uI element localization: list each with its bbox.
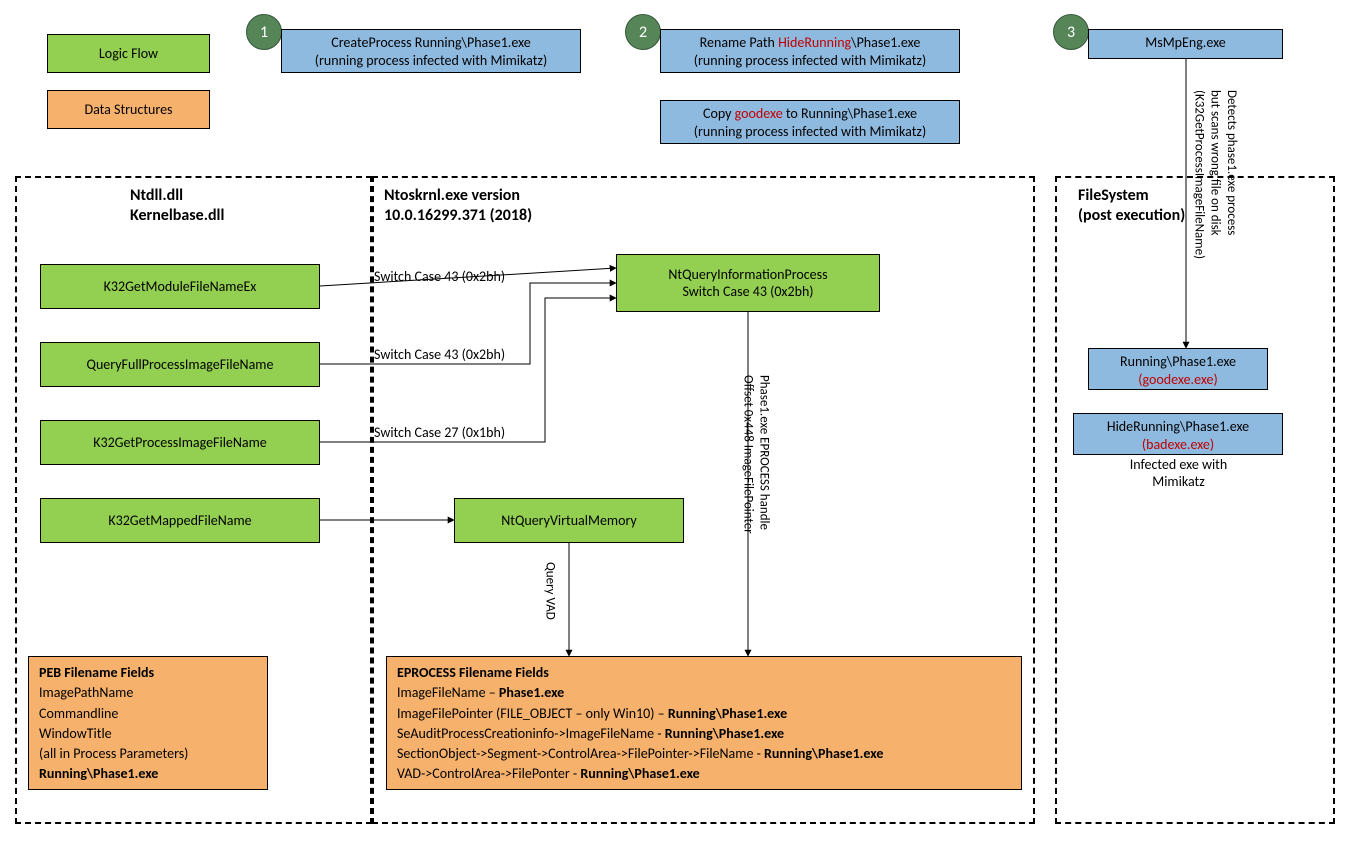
eproc-row3: SeAuditProcessCreationinfo->ImageFileNam… xyxy=(397,724,1011,744)
step-2a-line2: (running process infected with Mimikatz) xyxy=(667,52,953,70)
eproc-row1: ImageFileName – Phase1.exe xyxy=(397,683,1011,703)
step-1-badge: 1 xyxy=(246,14,282,50)
eprocess-box: EPROCESS Filename Fields ImageFileName –… xyxy=(386,656,1022,790)
step-2b-line2: (running process infected with Mimikatz) xyxy=(667,123,953,141)
step-3-box: MsMpEng.exe xyxy=(1088,29,1283,59)
peb-row4: (all in Process Parameters) xyxy=(39,744,257,764)
eproc-row5: VAD->ControlArea->FilePonter - Running\P… xyxy=(397,764,1011,784)
fs-bad-note-l1: Infected exe with xyxy=(1116,456,1241,473)
fs-good-l1: Running\Phase1.exe xyxy=(1095,353,1261,371)
fn-ntquery-info-l1: NtQueryInformationProcess xyxy=(668,266,827,283)
legend-data-structures: Data Structures xyxy=(47,90,210,129)
fs-bad-box: HideRunning\Phase1.exe (badexe.exe) xyxy=(1073,413,1283,455)
peb-row1: ImagePathName xyxy=(39,683,257,703)
edge-label-eprocess-handle: Phase1.exe EPROCESS handleOffset 0x448 I… xyxy=(739,375,772,534)
fn-ntquery-info-l2: Switch Case 43 (0x2bh) xyxy=(682,283,813,300)
ntoskrnl-title-line2: 10.0.16299.371 (2018) xyxy=(384,206,532,225)
eproc-row4: SectionObject->Segment->ControlArea->Fil… xyxy=(397,744,1011,764)
peb-row3: WindowTitle xyxy=(39,724,257,744)
step-1-line2: (running process infected with Mimikatz) xyxy=(288,52,574,70)
fs-title-line2: (post execution) xyxy=(1078,206,1185,225)
fn-k32-mapped: K32GetMappedFileName xyxy=(40,498,320,543)
fs-good-l2: (goodexe.exe) xyxy=(1095,371,1261,389)
step-2b-box: Copy goodexe to Running\Phase1.exe (runn… xyxy=(660,100,960,144)
fn-k32-process-image: K32GetProcessImageFileName xyxy=(40,420,320,465)
fs-good-box: Running\Phase1.exe (goodexe.exe) xyxy=(1088,348,1268,390)
filesystem-group xyxy=(1055,176,1335,824)
edge-label-sw27: Switch Case 27 (0x1bh) xyxy=(374,424,505,441)
peb-row2: Commandline xyxy=(39,704,257,724)
edge-label-query-vad: Query VAD xyxy=(541,562,557,620)
fs-title-line1: FileSystem xyxy=(1078,186,1149,205)
ntoskrnl-title-line1: Ntoskrnl.exe version xyxy=(384,186,520,205)
fs-bad-note-l2: Mimikatz xyxy=(1116,473,1241,490)
fn-queryfull: QueryFullProcessImageFileName xyxy=(40,342,320,387)
edge-label-sw43-b: Switch Case 43 (0x2bh) xyxy=(374,346,505,363)
fs-bad-note: Infected exe with Mimikatz xyxy=(1116,456,1241,490)
peb-box: PEB Filename Fields ImagePathName Comman… xyxy=(28,656,268,790)
step-2a-line1: Rename Path HideRunning\Phase1.exe xyxy=(667,34,953,52)
edge-label-detect: Detects phase1.exe processbut scans wron… xyxy=(1190,90,1239,259)
ntdll-title-line2: Kernelbase.dll xyxy=(130,206,224,225)
step-2-badge: 2 xyxy=(625,14,661,50)
step-2b-line1: Copy goodexe to Running\Phase1.exe xyxy=(667,105,953,123)
legend-logic-flow: Logic Flow xyxy=(47,34,210,73)
step-2a-box: Rename Path HideRunning\Phase1.exe (runn… xyxy=(660,29,960,73)
fn-k32-module: K32GetModuleFileNameEx xyxy=(40,264,320,309)
eproc-row2: ImageFilePointer (FILE_OBJECT – only Win… xyxy=(397,704,1011,724)
peb-title: PEB Filename Fields xyxy=(39,663,257,683)
fs-bad-l2: (badexe.exe) xyxy=(1080,436,1276,454)
fn-ntquery-virtual: NtQueryVirtualMemory xyxy=(454,498,684,543)
step-3-badge: 3 xyxy=(1053,14,1089,50)
step-1-line1: CreateProcess Running\Phase1.exe xyxy=(288,34,574,52)
edge-label-sw43-a: Switch Case 43 (0x2bh) xyxy=(374,268,505,285)
fn-ntquery-info: NtQueryInformationProcess Switch Case 43… xyxy=(616,254,880,312)
fs-bad-l1: HideRunning\Phase1.exe xyxy=(1080,418,1276,436)
step-1-box: CreateProcess Running\Phase1.exe (runnin… xyxy=(281,29,581,73)
peb-row5: Running\Phase1.exe xyxy=(39,764,257,784)
eproc-title: EPROCESS Filename Fields xyxy=(397,663,1011,683)
ntdll-title-line1: Ntdll.dll xyxy=(130,186,183,205)
